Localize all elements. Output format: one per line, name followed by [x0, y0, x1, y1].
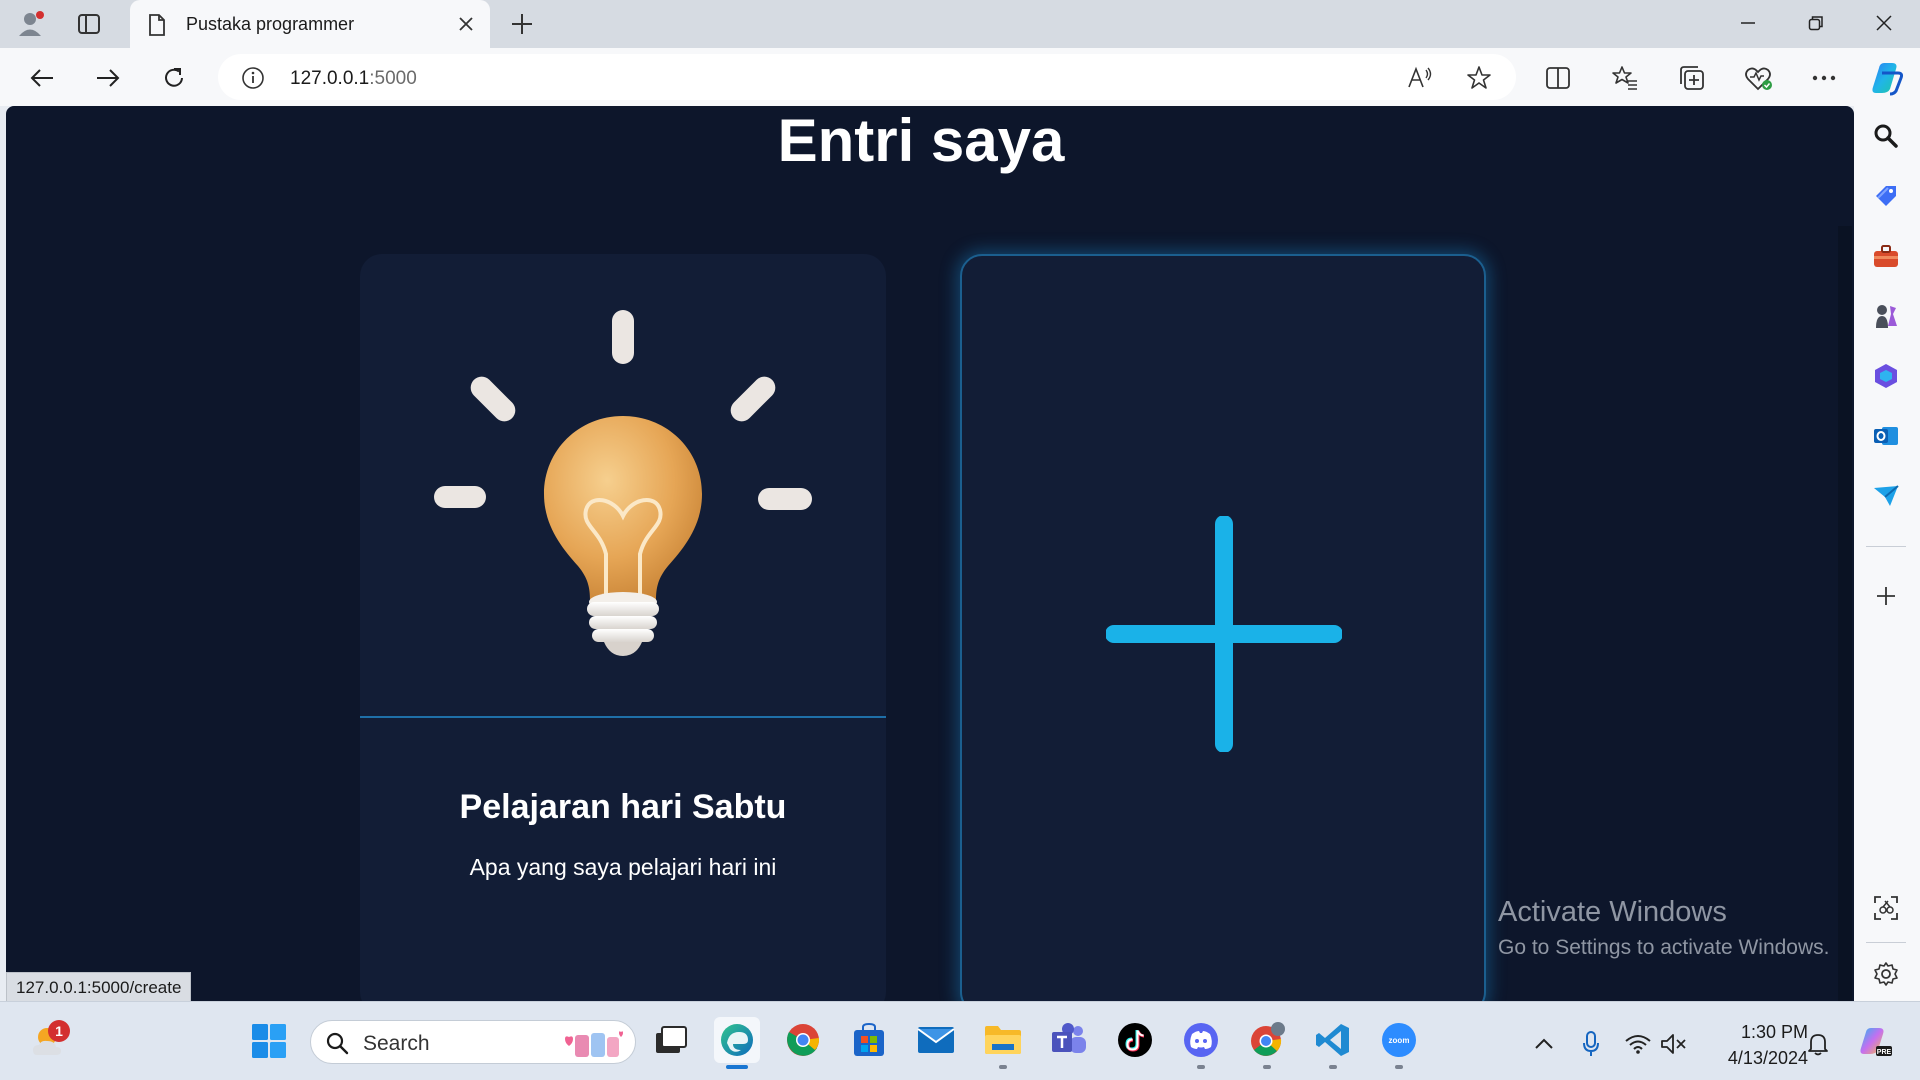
- task-view-icon[interactable]: [648, 1017, 694, 1063]
- edge-browser-icon[interactable]: [714, 1017, 760, 1069]
- entry-title: Pelajaran hari Sabtu: [459, 788, 787, 826]
- favorites-icon[interactable]: [1607, 60, 1643, 96]
- taskbar-clock-date[interactable]: 4/13/2024: [1710, 1048, 1808, 1069]
- search-placeholder: Search: [363, 1032, 430, 1055]
- page-document-icon: [148, 14, 166, 41]
- windows-start-icon[interactable]: [246, 1018, 292, 1064]
- tools-briefcase-icon[interactable]: [1868, 238, 1904, 274]
- running-indicator: [726, 1065, 748, 1069]
- reload-icon[interactable]: [156, 60, 192, 96]
- taskbar-search-box[interactable]: Search: [310, 1020, 636, 1064]
- microphone-icon[interactable]: [1577, 1030, 1605, 1058]
- browser-tab-bar: Pustaka programmer: [0, 0, 1920, 48]
- chrome-icon[interactable]: [780, 1017, 826, 1063]
- notifications-bell-icon[interactable]: [1804, 1030, 1832, 1058]
- read-aloud-icon[interactable]: [1404, 62, 1436, 94]
- restore-icon[interactable]: [1782, 0, 1850, 46]
- add-sidebar-app-icon[interactable]: [1868, 578, 1904, 614]
- file-explorer-icon[interactable]: [980, 1017, 1026, 1069]
- zoom-icon[interactable]: zoom: [1376, 1017, 1422, 1069]
- site-info-icon[interactable]: [240, 65, 266, 96]
- entry-description: Apa yang saya pelajari hari ini: [469, 854, 777, 880]
- status-bar-link: 127.0.0.1:5000/create: [6, 972, 192, 1002]
- address-bar[interactable]: 127.0.0.1:5000: [218, 54, 1516, 100]
- teams-icon[interactable]: [1046, 1017, 1092, 1063]
- browser-toolbar: 127.0.0.1:5000: [0, 48, 1920, 106]
- vscode-icon[interactable]: [1310, 1017, 1356, 1069]
- page-title: Entri saya: [777, 107, 1065, 174]
- add-favorite-star-icon[interactable]: [1463, 62, 1495, 94]
- web-page-content: Entri saya Pelajaran hari Sabtu Apa yang…: [6, 106, 1854, 1001]
- chrome-profile-icon[interactable]: [1244, 1017, 1290, 1069]
- tab-actions-icon[interactable]: [72, 8, 106, 40]
- running-indicator: [999, 1065, 1007, 1069]
- page-scrollbar[interactable]: [1838, 226, 1852, 1001]
- sidebar-search-icon[interactable]: [1868, 118, 1904, 154]
- sidebar-separator: [1866, 942, 1906, 943]
- microsoft-store-icon[interactable]: [846, 1017, 892, 1063]
- url-text: 127.0.0.1:5000: [290, 68, 417, 90]
- windows-taskbar: 1 Search zoom 1:30 PM 4/13/2024 PRE: [0, 1001, 1920, 1080]
- plus-icon: [1106, 516, 1342, 752]
- url-port: :5000: [369, 68, 417, 89]
- svg-text:zoom: zoom: [1389, 1036, 1410, 1045]
- close-tab-icon[interactable]: [454, 12, 478, 36]
- svg-text:PRE: PRE: [1877, 1049, 1892, 1056]
- search-highlight-luggage-icon: [559, 1027, 625, 1064]
- running-indicator: [1263, 1065, 1271, 1069]
- screenshot-capture-icon[interactable]: [1868, 890, 1904, 926]
- taskbar-clock-time[interactable]: 1:30 PM: [1710, 1022, 1808, 1043]
- discord-icon[interactable]: [1178, 1017, 1224, 1069]
- copilot-preview-icon[interactable]: PRE: [1852, 1018, 1898, 1064]
- tiktok-icon[interactable]: [1112, 1017, 1158, 1063]
- copilot-icon[interactable]: [1867, 58, 1907, 98]
- search-icon: [325, 1031, 349, 1060]
- split-screen-icon[interactable]: [1540, 60, 1576, 96]
- more-options-icon[interactable]: [1806, 60, 1842, 96]
- microsoft-365-icon[interactable]: [1868, 358, 1904, 394]
- url-host: 127.0.0.1: [290, 68, 370, 89]
- volume-muted-icon[interactable]: [1660, 1030, 1688, 1058]
- entry-card[interactable]: Pelajaran hari Sabtu Apa yang saya pelaj…: [360, 254, 886, 1001]
- tab-pustaka-programmer[interactable]: Pustaka programmer: [130, 0, 490, 48]
- running-indicator: [1395, 1065, 1403, 1069]
- card-divider: [360, 716, 886, 718]
- activate-windows-title: Activate Windows: [1498, 896, 1727, 928]
- forward-arrow-icon[interactable]: [90, 60, 126, 96]
- mail-icon[interactable]: [913, 1017, 959, 1063]
- activate-windows-subtitle: Go to Settings to activate Windows.: [1498, 936, 1830, 959]
- collections-icon[interactable]: [1674, 60, 1710, 96]
- sidebar-separator: [1866, 546, 1906, 547]
- running-indicator: [1329, 1065, 1337, 1069]
- wifi-icon[interactable]: [1624, 1030, 1652, 1058]
- notification-badge: 1: [48, 1020, 70, 1042]
- shopping-tag-icon[interactable]: [1868, 178, 1904, 214]
- outlook-icon[interactable]: [1868, 418, 1904, 454]
- window-close-icon[interactable]: [1850, 0, 1918, 46]
- add-entry-card[interactable]: [960, 254, 1486, 1001]
- drop-send-icon[interactable]: [1868, 478, 1904, 514]
- running-indicator: [1197, 1065, 1205, 1069]
- tab-title: Pustaka programmer: [186, 14, 355, 34]
- back-arrow-icon[interactable]: [24, 60, 60, 96]
- show-hidden-icons-chevron-icon[interactable]: [1530, 1030, 1558, 1058]
- new-tab-icon[interactable]: [505, 8, 539, 40]
- games-chess-icon[interactable]: [1868, 298, 1904, 334]
- sidebar-settings-gear-icon[interactable]: [1868, 956, 1904, 992]
- profile-icon[interactable]: [14, 8, 48, 40]
- browser-essentials-heart-icon[interactable]: [1741, 60, 1777, 96]
- minimize-icon[interactable]: [1714, 0, 1782, 46]
- lightbulb-icon: [434, 310, 812, 656]
